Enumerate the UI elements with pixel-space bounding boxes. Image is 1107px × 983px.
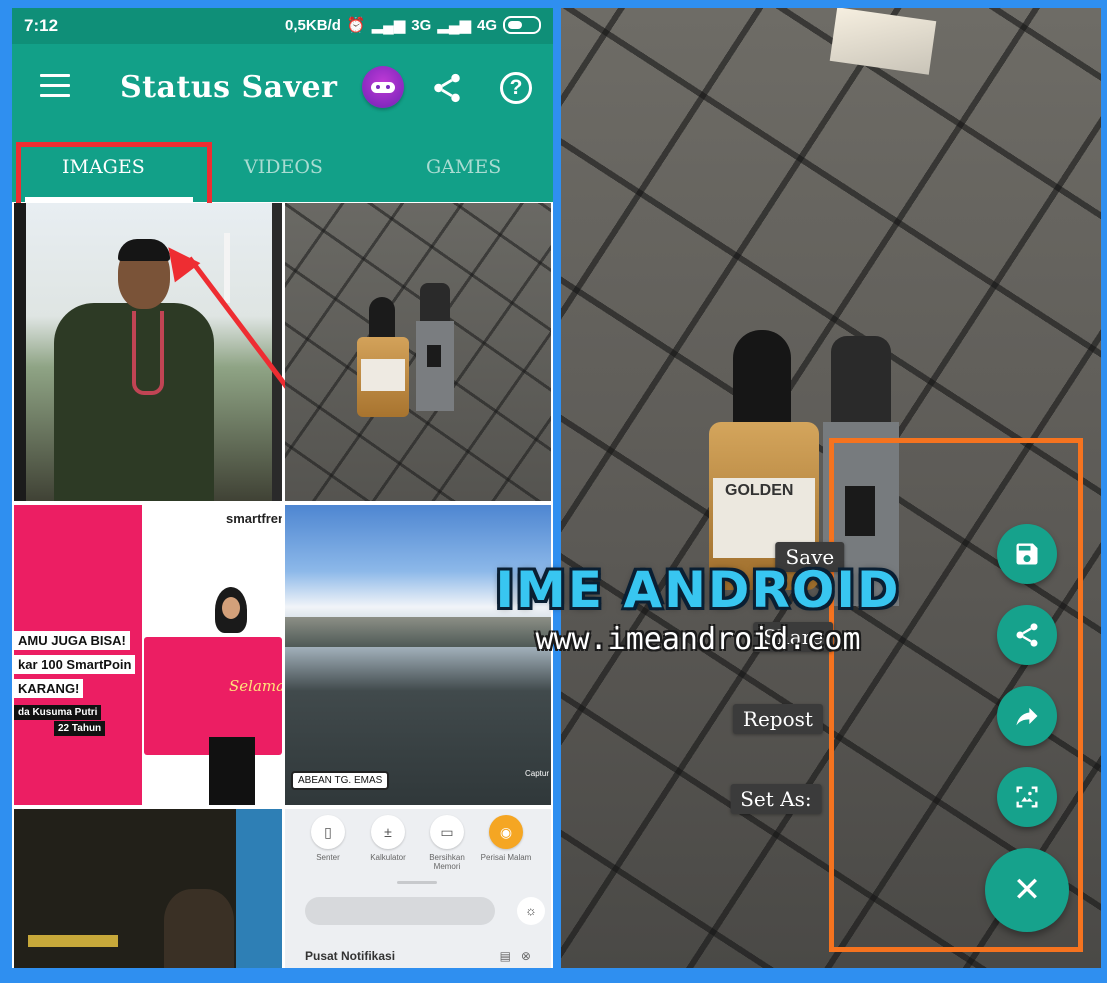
- app-bar: Status Saver ?: [12, 44, 553, 134]
- app-title: Status Saver: [120, 70, 338, 105]
- repost-button[interactable]: [997, 686, 1057, 746]
- tab-videos[interactable]: VIDEOS: [244, 156, 323, 178]
- qs-label-perisai: Perisai Malam: [480, 853, 532, 862]
- notification-actions-icons: ▤ ⊗: [499, 949, 531, 963]
- share-icon: [1016, 623, 1038, 647]
- status-saver-screen: 7:12 0,5KB/d ⏰ ▂▄▆ 3G ▂▄▆ 4G Status Save…: [12, 8, 553, 968]
- photo-credit: Captur: [524, 769, 549, 778]
- window-frame-right: [272, 203, 282, 501]
- eye-shield-icon: ◉: [489, 815, 523, 849]
- watermark-url: www.imeandroid.com: [535, 622, 861, 657]
- status-thumbnail-vape[interactable]: [285, 203, 551, 501]
- status-thumbnail-room[interactable]: [14, 809, 282, 968]
- network-4g: 4G: [476, 16, 497, 34]
- location-caption: ABEAN TG. EMAS: [291, 771, 390, 790]
- qs-label-kalkulator: Kalkulator: [370, 853, 406, 862]
- battery-icon: [503, 16, 541, 34]
- watermark: IME ANDROID www.imeandroid.com: [488, 560, 908, 660]
- shade-handle: [397, 881, 437, 884]
- save-icon: [1016, 543, 1038, 565]
- promo-line-3: KARANG!: [14, 679, 84, 698]
- liquid-bottle: [357, 297, 409, 417]
- tab-games[interactable]: GAMES: [426, 156, 501, 178]
- set-as-label[interactable]: Set As:: [730, 784, 822, 814]
- status-thumbnail-soldier[interactable]: [14, 203, 282, 501]
- window-frame: [14, 203, 26, 501]
- share-button[interactable]: [997, 605, 1057, 665]
- status-bar: 7:12 0,5KB/d ⏰ ▂▄▆ 3G ▂▄▆ 4G: [12, 8, 553, 44]
- vape-mod: [416, 283, 454, 411]
- image-viewer: GOLDEN Save Share Repost Set As: ✕: [561, 8, 1101, 968]
- monument: [224, 233, 230, 303]
- promo-line-1: AMU JUGA BISA!: [14, 631, 130, 650]
- brightness-slider: [305, 897, 495, 925]
- menu-icon[interactable]: [40, 74, 70, 98]
- watermark-title: IME ANDROID: [495, 561, 901, 619]
- status-time: 7:12: [24, 16, 59, 35]
- set-as-button[interactable]: [997, 767, 1057, 827]
- status-thumbnail-promo[interactable]: smartfren AMU JUGA BISA! kar 100 SmartPo…: [14, 505, 282, 805]
- brand-logo: smartfren: [226, 511, 282, 526]
- blue-shelf: [236, 809, 282, 968]
- signal-icon-2: ▂▄▆: [437, 17, 471, 34]
- qs-label-bersihkan: Bersihkan Memori: [429, 853, 465, 871]
- repost-label[interactable]: Repost: [732, 704, 823, 734]
- signal-icon: ▂▄▆: [371, 17, 406, 34]
- share-icon[interactable]: [430, 71, 464, 105]
- notification-center-title: Pusat Notifikasi: [305, 949, 396, 963]
- calculator-icon: ±: [371, 815, 405, 849]
- network-speed: 0,5KB/d: [285, 16, 341, 34]
- network-3g: 3G: [411, 16, 432, 34]
- auto-brightness-icon: ☼: [517, 897, 545, 925]
- promo-line-5: 22 Tahun: [54, 721, 106, 736]
- close-fab-button[interactable]: ✕: [985, 848, 1069, 932]
- status-icons: 0,5KB/d ⏰ ▂▄▆ 3G ▂▄▆ 4G: [285, 16, 541, 34]
- fruit-row: [28, 935, 118, 947]
- trash-icon: ▭: [430, 815, 464, 849]
- scarf: [132, 311, 164, 395]
- repost-icon: [1016, 707, 1038, 726]
- promo-line-2: kar 100 SmartPoin: [14, 655, 136, 674]
- bottle-label: GOLDEN: [725, 482, 794, 499]
- status-thumbnail-quick-settings[interactable]: ▯ Senter ± Kalkulator ▭ Bersihkan Memori…: [285, 809, 551, 968]
- set-as-icon: [1016, 786, 1038, 808]
- winner-person: [209, 587, 255, 805]
- person-silhouette: [164, 889, 234, 968]
- save-button[interactable]: [997, 524, 1057, 584]
- flashlight-icon: ▯: [311, 815, 345, 849]
- alarm-icon: ⏰: [346, 17, 366, 34]
- promo-line-4: da Kusuma Putri: [14, 705, 102, 720]
- qs-label-senter: Senter: [316, 853, 340, 862]
- game-controller-icon[interactable]: [362, 66, 404, 108]
- help-icon[interactable]: ?: [500, 72, 532, 104]
